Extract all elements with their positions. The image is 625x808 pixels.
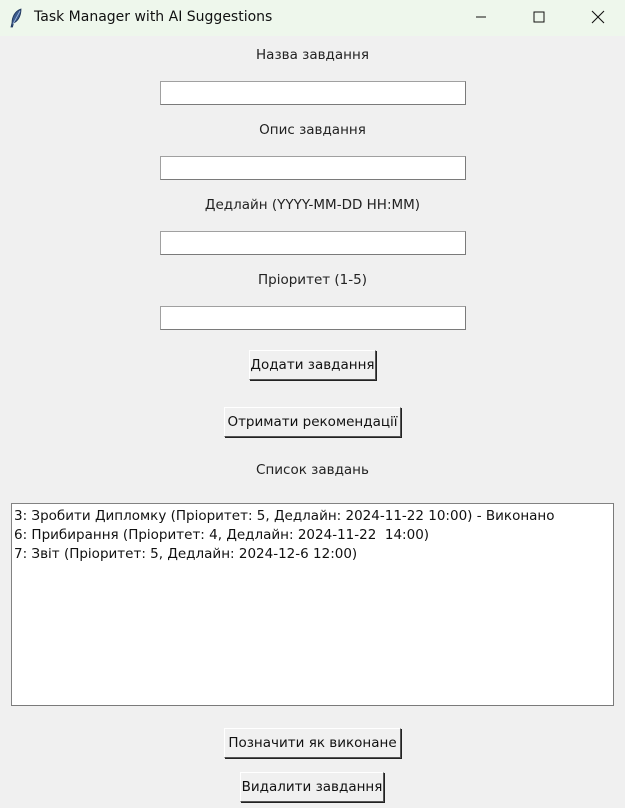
title-bar[interactable]: Task Manager with AI Suggestions — [0, 0, 625, 36]
task-name-label: Назва завдання — [256, 47, 369, 63]
window-title: Task Manager with AI Suggestions — [34, 9, 273, 25]
get-suggestions-button[interactable]: Отримати рекомендації — [224, 407, 401, 437]
priority-label: Пріоритет (1-5) — [258, 272, 367, 288]
deadline-input[interactable] — [160, 231, 466, 255]
maximize-icon — [533, 11, 545, 23]
delete-task-button[interactable]: Видалити завдання — [240, 772, 384, 802]
list-item[interactable]: 7: Звіт (Пріоритет: 5, Дедлайн: 2024-12-… — [14, 545, 613, 564]
deadline-label: Дедлайн (YYYY-MM-DD HH:MM) — [204, 197, 421, 213]
task-description-input[interactable] — [160, 156, 466, 180]
minimize-button[interactable] — [458, 0, 504, 34]
feather-icon — [9, 8, 23, 28]
minimize-icon — [475, 11, 487, 23]
list-item[interactable]: 3: Зробити Дипломку (Пріоритет: 5, Дедла… — [14, 507, 613, 526]
task-description-label: Опис завдання — [259, 122, 366, 138]
list-item[interactable]: 6: Прибирання (Пріоритет: 4, Дедлайн: 20… — [14, 526, 613, 545]
task-list-label: Список завдань — [256, 462, 369, 478]
add-task-button[interactable]: Додати завдання — [249, 350, 376, 380]
app-window: Task Manager with AI Suggestions Назва з… — [0, 0, 625, 808]
close-icon — [591, 10, 605, 24]
maximize-button[interactable] — [516, 0, 562, 34]
priority-input[interactable] — [160, 306, 466, 330]
task-name-input[interactable] — [160, 81, 466, 105]
mark-done-button[interactable]: Позначити як виконане — [224, 728, 401, 758]
task-listbox[interactable]: 3: Зробити Дипломку (Пріоритет: 5, Дедла… — [11, 503, 614, 706]
close-button[interactable] — [575, 0, 621, 34]
